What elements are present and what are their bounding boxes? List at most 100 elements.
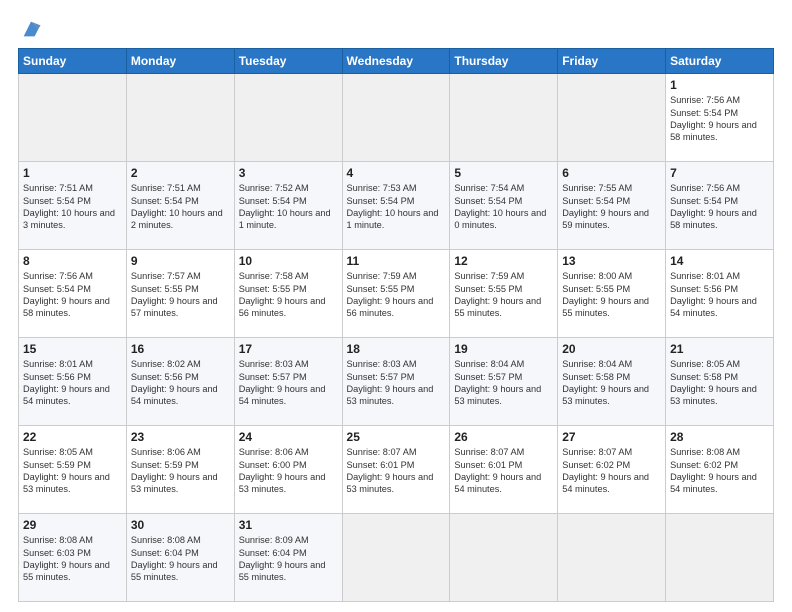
- calendar-cell: 19Sunrise: 8:04 AMSunset: 5:57 PMDayligh…: [450, 338, 558, 426]
- sunrise: Sunrise: 8:07 AM: [562, 447, 632, 457]
- day-number: 12: [454, 253, 553, 269]
- sunrise: Sunrise: 7:57 AM: [131, 271, 201, 281]
- day-number: 23: [131, 429, 230, 445]
- sunset: Sunset: 5:54 PM: [562, 196, 630, 206]
- calendar-cell: 28Sunrise: 8:08 AMSunset: 6:02 PMDayligh…: [666, 426, 774, 514]
- calendar-cell: 10Sunrise: 7:58 AMSunset: 5:55 PMDayligh…: [234, 250, 342, 338]
- sunset: Sunset: 5:54 PM: [454, 196, 522, 206]
- day-number: 29: [23, 517, 122, 533]
- sunrise: Sunrise: 7:59 AM: [454, 271, 524, 281]
- daylight: Daylight: 9 hours and 54 minutes.: [454, 472, 541, 494]
- calendar-cell: [126, 74, 234, 162]
- sunrise: Sunrise: 7:52 AM: [239, 183, 309, 193]
- daylight: Daylight: 9 hours and 53 minutes.: [23, 472, 110, 494]
- calendar-cell: 18Sunrise: 8:03 AMSunset: 5:57 PMDayligh…: [342, 338, 450, 426]
- day-of-week-wednesday: Wednesday: [342, 49, 450, 74]
- calendar-cell: [19, 74, 127, 162]
- day-number: 5: [454, 165, 553, 181]
- day-number: 2: [131, 165, 230, 181]
- calendar-cell: 15Sunrise: 8:01 AMSunset: 5:56 PMDayligh…: [19, 338, 127, 426]
- daylight: Daylight: 10 hours and 1 minute.: [239, 208, 331, 230]
- calendar-cell: 11Sunrise: 7:59 AMSunset: 5:55 PMDayligh…: [342, 250, 450, 338]
- sunset: Sunset: 5:59 PM: [23, 460, 91, 470]
- calendar-cell: 22Sunrise: 8:05 AMSunset: 5:59 PMDayligh…: [19, 426, 127, 514]
- daylight: Daylight: 9 hours and 54 minutes.: [131, 384, 218, 406]
- sunset: Sunset: 6:03 PM: [23, 548, 91, 558]
- day-of-week-friday: Friday: [558, 49, 666, 74]
- daylight: Daylight: 10 hours and 2 minutes.: [131, 208, 223, 230]
- day-of-week-tuesday: Tuesday: [234, 49, 342, 74]
- daylight: Daylight: 9 hours and 54 minutes.: [670, 296, 757, 318]
- sunset: Sunset: 5:54 PM: [23, 196, 91, 206]
- day-number: 17: [239, 341, 338, 357]
- sunset: Sunset: 5:56 PM: [23, 372, 91, 382]
- calendar-cell: [234, 74, 342, 162]
- sunset: Sunset: 5:54 PM: [23, 284, 91, 294]
- sunrise: Sunrise: 7:56 AM: [670, 183, 740, 193]
- sunset: Sunset: 5:54 PM: [670, 196, 738, 206]
- sunset: Sunset: 5:55 PM: [562, 284, 630, 294]
- day-number: 14: [670, 253, 769, 269]
- sunrise: Sunrise: 7:56 AM: [23, 271, 93, 281]
- calendar-week-2: 1Sunrise: 7:51 AMSunset: 5:54 PMDaylight…: [19, 162, 774, 250]
- sunset: Sunset: 6:00 PM: [239, 460, 307, 470]
- day-number: 26: [454, 429, 553, 445]
- calendar-cell: 17Sunrise: 8:03 AMSunset: 5:57 PMDayligh…: [234, 338, 342, 426]
- sunset: Sunset: 5:57 PM: [347, 372, 415, 382]
- calendar-table: SundayMondayTuesdayWednesdayThursdayFrid…: [18, 48, 774, 602]
- day-number: 20: [562, 341, 661, 357]
- sunrise: Sunrise: 8:08 AM: [670, 447, 740, 457]
- sunset: Sunset: 5:55 PM: [239, 284, 307, 294]
- sunset: Sunset: 5:57 PM: [239, 372, 307, 382]
- daylight: Daylight: 9 hours and 55 minutes.: [454, 296, 541, 318]
- sunset: Sunset: 5:59 PM: [131, 460, 199, 470]
- calendar-cell: 13Sunrise: 8:00 AMSunset: 5:55 PMDayligh…: [558, 250, 666, 338]
- daylight: Daylight: 9 hours and 54 minutes.: [23, 384, 110, 406]
- sunrise: Sunrise: 8:06 AM: [131, 447, 201, 457]
- calendar-cell: 14Sunrise: 8:01 AMSunset: 5:56 PMDayligh…: [666, 250, 774, 338]
- sunrise: Sunrise: 8:01 AM: [670, 271, 740, 281]
- calendar-cell: [558, 514, 666, 602]
- sunset: Sunset: 6:04 PM: [131, 548, 199, 558]
- calendar-cell: 8Sunrise: 7:56 AMSunset: 5:54 PMDaylight…: [19, 250, 127, 338]
- daylight: Daylight: 9 hours and 58 minutes.: [670, 120, 757, 142]
- calendar-week-4: 15Sunrise: 8:01 AMSunset: 5:56 PMDayligh…: [19, 338, 774, 426]
- sunset: Sunset: 6:02 PM: [670, 460, 738, 470]
- sunrise: Sunrise: 8:00 AM: [562, 271, 632, 281]
- daylight: Daylight: 9 hours and 59 minutes.: [562, 208, 649, 230]
- daylight: Daylight: 9 hours and 54 minutes.: [239, 384, 326, 406]
- daylight: Daylight: 9 hours and 53 minutes.: [454, 384, 541, 406]
- daylight: Daylight: 9 hours and 56 minutes.: [347, 296, 434, 318]
- calendar-cell: 24Sunrise: 8:06 AMSunset: 6:00 PMDayligh…: [234, 426, 342, 514]
- sunset: Sunset: 6:04 PM: [239, 548, 307, 558]
- sunrise: Sunrise: 7:56 AM: [670, 95, 740, 105]
- calendar-cell: 7Sunrise: 7:56 AMSunset: 5:54 PMDaylight…: [666, 162, 774, 250]
- sunset: Sunset: 5:55 PM: [347, 284, 415, 294]
- sunrise: Sunrise: 8:09 AM: [239, 535, 309, 545]
- calendar-week-1: 1Sunrise: 7:56 AMSunset: 5:54 PMDaylight…: [19, 74, 774, 162]
- calendar-cell: [558, 74, 666, 162]
- calendar-cell: 5Sunrise: 7:54 AMSunset: 5:54 PMDaylight…: [450, 162, 558, 250]
- day-number: 25: [347, 429, 446, 445]
- day-of-week-thursday: Thursday: [450, 49, 558, 74]
- calendar-cell: 3Sunrise: 7:52 AMSunset: 5:54 PMDaylight…: [234, 162, 342, 250]
- sunset: Sunset: 6:01 PM: [454, 460, 522, 470]
- day-number: 31: [239, 517, 338, 533]
- day-number: 16: [131, 341, 230, 357]
- sunrise: Sunrise: 8:03 AM: [347, 359, 417, 369]
- sunset: Sunset: 5:54 PM: [239, 196, 307, 206]
- sunrise: Sunrise: 8:06 AM: [239, 447, 309, 457]
- calendar-cell: [342, 74, 450, 162]
- sunset: Sunset: 5:55 PM: [454, 284, 522, 294]
- daylight: Daylight: 9 hours and 54 minutes.: [562, 472, 649, 494]
- sunrise: Sunrise: 8:02 AM: [131, 359, 201, 369]
- day-number: 13: [562, 253, 661, 269]
- sunrise: Sunrise: 7:51 AM: [131, 183, 201, 193]
- sunrise: Sunrise: 8:04 AM: [562, 359, 632, 369]
- calendar-cell: 9Sunrise: 7:57 AMSunset: 5:55 PMDaylight…: [126, 250, 234, 338]
- sunrise: Sunrise: 7:55 AM: [562, 183, 632, 193]
- sunset: Sunset: 6:01 PM: [347, 460, 415, 470]
- sunrise: Sunrise: 8:01 AM: [23, 359, 93, 369]
- sunrise: Sunrise: 7:58 AM: [239, 271, 309, 281]
- calendar-week-6: 29Sunrise: 8:08 AMSunset: 6:03 PMDayligh…: [19, 514, 774, 602]
